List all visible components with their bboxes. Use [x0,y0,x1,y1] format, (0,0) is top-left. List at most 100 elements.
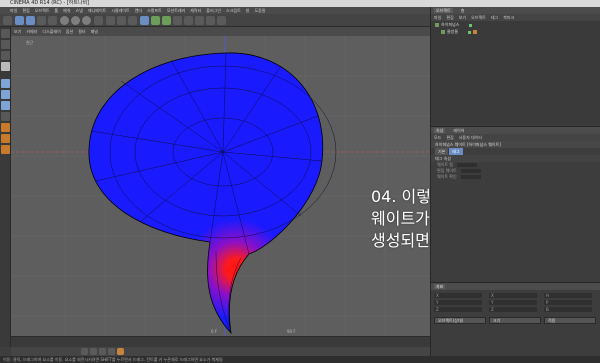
coordinate-field[interactable]: H [544,293,592,298]
undo-icon[interactable] [3,16,12,25]
prev-frame-icon[interactable] [90,348,97,355]
menu-item[interactable]: 모션트래커 [167,8,185,13]
object-row[interactable]: 하이퍼넙스 [431,21,600,28]
timeline[interactable] [11,336,430,347]
scale-icon[interactable] [37,16,46,25]
coordinate-field[interactable]: Z [489,307,537,312]
z-axis-icon[interactable] [82,16,91,25]
menu-item[interactable]: 캐릭터 [190,8,201,13]
coordinate-mode-dropdown[interactable]: 오브젝트(상대) [434,317,486,324]
coordinates-tab[interactable]: 좌표 [434,284,446,289]
attribute-field[interactable] [457,163,477,167]
render-settings-icon[interactable] [128,16,137,25]
weight-tag-icon[interactable] [473,30,478,34]
attribute-sub-tab[interactable]: 태그 [449,148,463,155]
menu-item[interactable]: 플러그인 [206,8,221,13]
object-manager-menu-item[interactable]: 편집 [446,15,453,20]
play-icon[interactable] [99,348,106,355]
viewport-canvas[interactable]: 0 F 90 F [11,36,430,336]
pen-icon[interactable] [151,16,160,25]
coordinate-field[interactable]: B [544,307,592,312]
menu-item[interactable]: 도움말 [254,8,265,13]
attribute-sub-tab[interactable]: 기본 [435,148,449,155]
workplane-icon[interactable] [1,62,10,71]
deformer-icon[interactable] [184,16,193,25]
record-icon[interactable] [117,348,124,355]
viewport[interactable]: 0 F 90 F 원근 [11,36,430,336]
menu-item[interactable]: 렌더 [135,8,142,13]
menu-item[interactable]: 파일 [10,8,17,13]
tweak-mode-icon[interactable] [1,123,10,132]
menu-item[interactable]: 편집 [22,8,29,13]
speech-bubble-shape[interactable] [88,52,324,335]
lock-icon[interactable] [1,145,10,154]
next-frame-icon[interactable] [108,348,115,355]
camera-icon[interactable] [206,16,215,25]
coordinate-field[interactable]: Y [489,300,537,305]
viewport-menu-item[interactable]: 디스플레이 [42,29,60,34]
polygons-mode-icon[interactable] [1,101,10,110]
object-manager-menu-item[interactable]: 북마크 [503,15,514,20]
coordinate-field[interactable]: X [489,293,537,298]
make-editable-icon[interactable] [1,29,10,38]
points-mode-icon[interactable] [1,79,10,88]
object-manager-menu-item[interactable]: 태그 [491,15,498,20]
object-manager-tab[interactable]: 오브젝트 [434,8,453,13]
attribute-tab[interactable]: 속성 [434,128,446,133]
coordinate-field[interactable]: Y [434,300,482,305]
menu-item[interactable]: 스냅 [76,8,83,13]
array-icon[interactable] [173,16,182,25]
coordinate-field[interactable]: X [434,293,482,298]
floor-icon[interactable] [195,16,204,25]
menu-item[interactable]: 시뮬레이트 [111,8,129,13]
object-manager-menu-item[interactable]: 오브젝트 [471,15,486,20]
menu-item[interactable]: 창 [246,8,250,13]
viewport-menu-item[interactable]: 카메라 [26,29,37,34]
menu-item[interactable]: 스컬프트 [147,8,162,13]
cube-icon[interactable] [140,16,149,25]
attribute-manager-menu: 모드 편집 사용자 데이터 [431,134,600,141]
y-axis-icon[interactable] [71,16,80,25]
menu-item[interactable]: 애니메이트 [88,8,106,13]
select-icon[interactable] [15,16,24,25]
render-picture-icon[interactable] [117,16,126,25]
menu-item[interactable]: 오브젝트 [35,8,50,13]
size-mode-dropdown[interactable]: 크기 [489,317,541,324]
go-start-icon[interactable] [81,348,88,355]
attribute-menu-item[interactable]: 사용자 데이터 [459,135,482,140]
model-mode-icon[interactable] [1,40,10,49]
subdivision-icon[interactable] [162,16,171,25]
edges-mode-icon[interactable] [1,90,10,99]
object-manager-menu-item[interactable]: 보기 [459,15,466,20]
attribute-menu-item[interactable]: 편집 [446,135,453,140]
menu-item[interactable]: 스크립트 [226,8,241,13]
object-manager-tab[interactable]: 층 [459,8,467,13]
visibility-check-icon[interactable] [469,23,473,27]
x-axis-icon[interactable] [60,16,69,25]
menu-item[interactable]: 메쉬 [63,8,70,13]
object-manager-menu-item[interactable]: 파일 [434,15,441,20]
viewport-menu-item[interactable]: 패널 [91,29,98,34]
viewport-menu-item[interactable]: 옵션 [66,29,73,34]
apply-button[interactable]: 적용 [544,317,596,324]
rotate-icon[interactable] [48,16,57,25]
menu-item[interactable]: 툴 [54,8,58,13]
attribute-menu-item[interactable]: 모드 [434,135,441,140]
snap-icon[interactable] [1,134,10,143]
render-view-icon[interactable] [106,16,115,25]
light-icon[interactable] [217,16,226,25]
move-icon[interactable] [26,16,35,25]
coordinate-system-icon[interactable] [94,16,103,25]
texture-mode-icon[interactable] [1,51,10,60]
attribute-tab[interactable]: 레이어 [451,128,466,133]
viewport-menu-item[interactable]: 필터 [78,29,85,34]
coordinate-field[interactable]: Z [434,307,482,312]
axis-mode-icon[interactable] [1,112,10,121]
object-row[interactable]: 물방울 [431,28,600,35]
coordinate-field[interactable]: P [544,300,592,305]
object-icon [435,23,439,27]
attribute-field[interactable] [460,175,481,179]
visibility-check-icon[interactable] [468,30,472,34]
viewport-menu-item[interactable]: 보기 [14,29,21,34]
attribute-field[interactable] [460,169,481,173]
